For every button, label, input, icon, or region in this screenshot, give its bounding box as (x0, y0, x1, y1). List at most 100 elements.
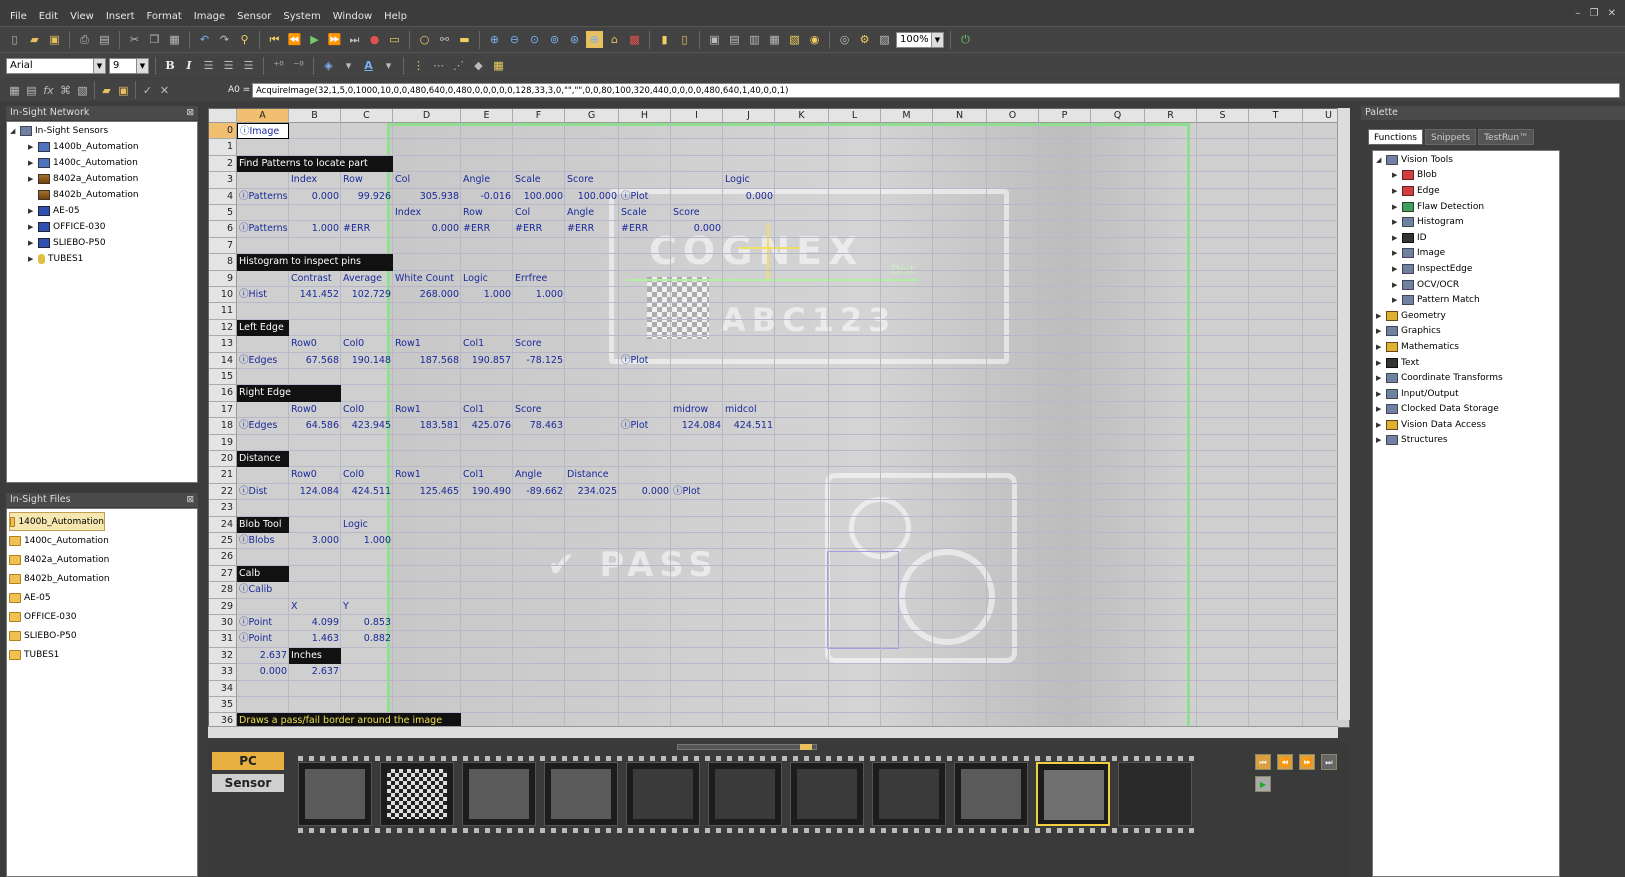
save-image-icon[interactable]: ▣ (115, 82, 132, 99)
sheet-cell[interactable]: #ERR (565, 221, 594, 237)
menu-window[interactable]: Window (327, 11, 378, 22)
zoom-fit-icon[interactable]: ⊙ (526, 31, 543, 48)
expand-icon[interactable]: ▶ (28, 139, 38, 155)
sheet-cell[interactable]: -78.125 (513, 353, 563, 369)
previous-record-icon[interactable]: ⏪ (286, 31, 303, 48)
sheet-cell[interactable]: Row0 (289, 467, 317, 483)
camera-icon[interactable]: ▬ (456, 31, 473, 48)
row-header[interactable]: 2 (209, 155, 237, 173)
row-header[interactable]: 28 (209, 582, 237, 599)
sheet-cell[interactable]: Row (461, 205, 483, 221)
sheet-cell[interactable]: ⓘBlobs (237, 533, 274, 549)
sheet-cell[interactable]: ⓘPoint (237, 615, 272, 631)
sheet-cell[interactable]: 141.452 (289, 287, 339, 303)
font-color-icon[interactable]: A (360, 57, 377, 74)
expand-icon[interactable]: ▶ (1392, 167, 1402, 183)
column-header[interactable]: M (881, 109, 933, 123)
column-header[interactable]: P (1039, 109, 1091, 123)
palette-item[interactable]: ▶ InspectEdge (1376, 261, 1503, 277)
row-header[interactable]: 15 (209, 369, 237, 386)
row-header[interactable]: 30 (209, 615, 237, 632)
palette-item[interactable]: ▶ Blob (1376, 168, 1503, 184)
sheet-cell[interactable]: Angle (565, 205, 594, 221)
row-header[interactable]: 3 (209, 172, 237, 189)
sheet-cell[interactable]: 183.581 (393, 418, 459, 434)
close-icon[interactable]: ⊠ (186, 106, 194, 120)
file-item[interactable]: 1400b_Automation (9, 512, 105, 531)
sheet-cell[interactable]: ⓘPlot (671, 484, 700, 500)
play-icon[interactable]: ▶ (306, 31, 323, 48)
menu-system[interactable]: System (277, 11, 326, 22)
palette-item[interactable]: ▶ Pattern Match (1376, 292, 1503, 308)
row-header[interactable]: 29 (209, 598, 237, 615)
sheet-cell[interactable]: Inches (289, 647, 341, 665)
sheet-cell[interactable]: 425.076 (461, 418, 511, 434)
sheet-cell[interactable]: midcol (723, 402, 757, 418)
palette-item[interactable]: ▶ Vision Data Access (1376, 417, 1503, 433)
expand-icon[interactable]: ▶ (1392, 245, 1402, 261)
sheet-cell[interactable]: #ERR (619, 221, 648, 237)
font-name-select[interactable]: Arial ▼ (6, 57, 106, 74)
expand-icon[interactable]: ▶ (1376, 370, 1386, 386)
cancel-formula-icon[interactable]: ✕ (156, 82, 173, 99)
vertical-scrollbar[interactable] (1337, 108, 1350, 720)
palette-item[interactable]: ▶ Structures (1376, 433, 1503, 449)
row-header[interactable]: 22 (209, 483, 237, 501)
row-header[interactable]: 18 (209, 418, 237, 435)
network-item[interactable]: ▶ OFFICE-030 (10, 219, 139, 235)
sheet-cell[interactable]: 234.025 (565, 484, 617, 500)
column-header[interactable]: I (671, 109, 723, 123)
sheet-cell[interactable]: 1.000 (341, 533, 391, 549)
sheet-cell[interactable]: ⓘImage (237, 123, 289, 140)
sheet-cell[interactable]: Logic (723, 172, 750, 188)
sheet-cell[interactable]: #ERR (513, 221, 542, 237)
row-header[interactable]: 12 (209, 319, 237, 337)
first-frame-icon[interactable]: ⏮ (1255, 754, 1271, 770)
column-header[interactable]: F (513, 109, 565, 123)
previous-frame-icon[interactable]: ⏪ (1277, 754, 1293, 770)
power-icon[interactable]: ⏻ (957, 31, 974, 48)
network-item[interactable]: ▶ TUBES1 (10, 251, 139, 267)
offline-icon[interactable]: ▯ (676, 31, 693, 48)
sheet-cell[interactable]: Col0 (341, 336, 364, 352)
sheet-cell[interactable]: Score (671, 205, 700, 221)
calibration-icon[interactable]: ⚙ (856, 31, 873, 48)
zoom-select[interactable]: 100% ▼ (896, 31, 944, 48)
property-sheet-icon[interactable]: ▧ (74, 82, 91, 99)
circle-tool-icon[interactable]: ○ (416, 31, 433, 48)
align-right-icon[interactable]: ☰ (240, 57, 257, 74)
expand-icon[interactable]: ▶ (1392, 261, 1402, 277)
file-item[interactable]: 8402a_Automation (9, 550, 110, 569)
palette-item[interactable]: ▶ Geometry (1376, 308, 1503, 324)
fill-color-icon[interactable]: ◈ (320, 57, 337, 74)
expand-icon[interactable]: ▶ (1392, 277, 1402, 293)
insert-function-icon[interactable]: ⌘ (57, 82, 74, 99)
row-header[interactable]: 20 (209, 451, 237, 468)
sheet-cell[interactable]: Logic (461, 271, 488, 287)
sheet-cell[interactable]: 187.568 (393, 353, 459, 369)
sheet-cell[interactable]: Right Edge (237, 385, 341, 402)
next-frame-icon[interactable]: ⏩ (1299, 754, 1315, 770)
spreadsheet[interactable]: COGNEX ABC123 ✔ PASS Dist A B C D E F G H I J K L M N O P Q R… (208, 108, 1350, 728)
file-item[interactable]: SLIEBO-P50 (9, 626, 110, 645)
row-header[interactable]: 11 (209, 303, 237, 320)
filmstrip-frame[interactable] (544, 762, 618, 826)
sheet-cell[interactable]: -89.662 (513, 484, 563, 500)
sheet-cell[interactable]: ⓘPatterns (237, 221, 288, 237)
sheet-cell[interactable]: 125.465 (393, 484, 459, 500)
row-header[interactable]: 13 (209, 336, 237, 353)
sheet-cell[interactable]: 1.000 (513, 287, 563, 303)
dependency-next-icon[interactable]: ⋯ (430, 57, 447, 74)
sheet-cell[interactable]: Col1 (461, 467, 484, 483)
bold-icon[interactable]: B (162, 59, 178, 72)
expand-icon[interactable]: ▶ (1392, 183, 1402, 199)
expand-icon[interactable]: ▶ (28, 251, 38, 267)
column-header[interactable]: A (237, 109, 289, 123)
column-header[interactable]: B (289, 109, 341, 123)
palette-tab-snippets[interactable]: Snippets (1424, 129, 1477, 145)
sheet-cell[interactable]: 423.945 (341, 418, 391, 434)
sheet-cell[interactable]: Col0 (341, 467, 364, 483)
sheet-cell[interactable]: 100.000 (565, 189, 617, 205)
expand-icon[interactable]: ▶ (1376, 432, 1386, 448)
sheet-cell[interactable]: ⓘEdges (237, 353, 277, 369)
